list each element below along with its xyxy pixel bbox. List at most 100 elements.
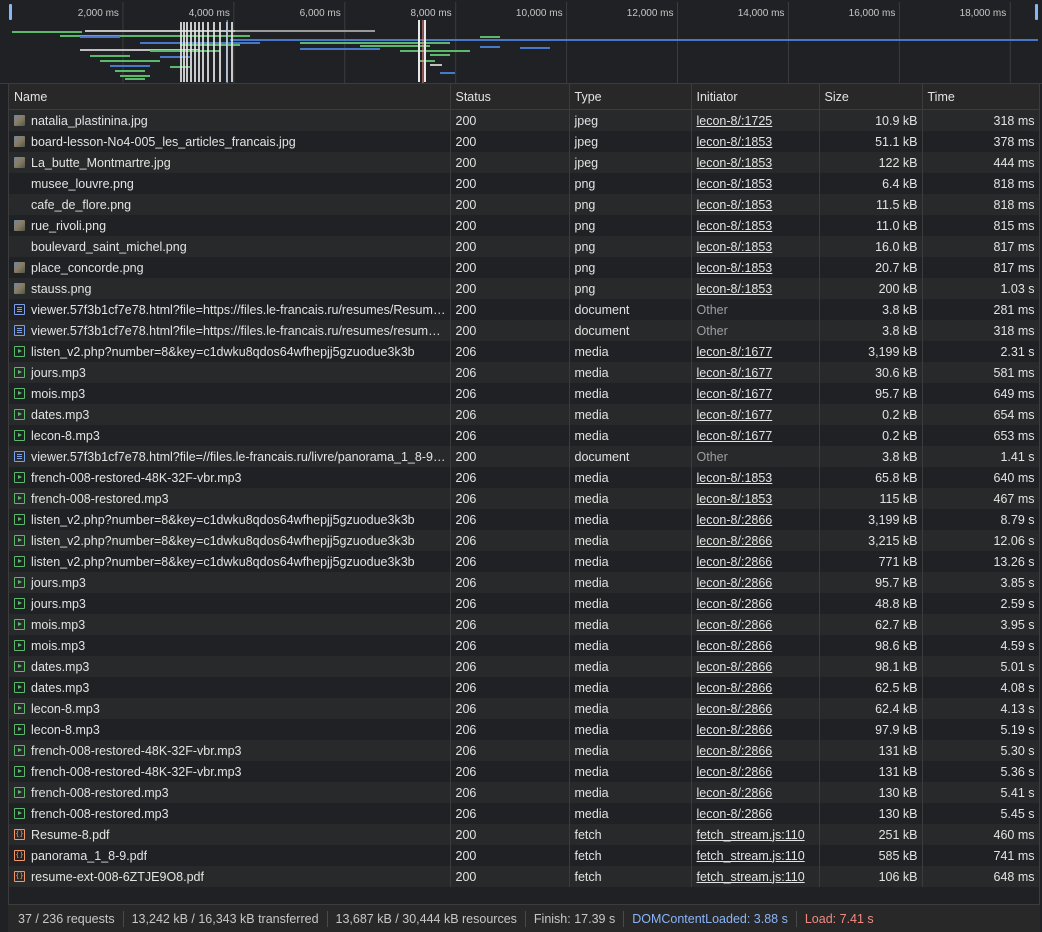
initiator-cell[interactable]: lecon-8/:1853 (691, 152, 820, 173)
initiator-link[interactable]: lecon-8/:2866 (697, 660, 773, 674)
overview-chart[interactable]: 2,000 ms 4,000 ms 6,000 ms 8,000 ms 10,000 m… (0, 0, 1042, 84)
initiator-link[interactable]: lecon-8/:1677 (697, 387, 773, 401)
name-cell[interactable]: {} Resume-8.pdf (9, 824, 451, 845)
initiator-cell[interactable]: lecon-8/:1853 (691, 467, 820, 488)
table-row[interactable]: {} Resume-8.pdf 200 fetch fetch_stream.js:11… (9, 824, 1039, 845)
name-cell[interactable]: dates.mp3 (9, 404, 451, 425)
table-row[interactable]: boulevard_saint_michel.png 200 png lecon-8/… (9, 236, 1039, 257)
column-header-time[interactable]: Time (922, 84, 1039, 110)
table-row[interactable]: La_butte_Montmartre.jpg 200 jpeg lecon-8/:1… (9, 152, 1039, 173)
initiator-cell[interactable]: lecon-8/:1853 (691, 194, 820, 215)
initiator-link[interactable]: lecon-8/:1853 (697, 282, 773, 296)
initiator-link[interactable]: lecon-8/:2866 (697, 723, 773, 737)
name-cell[interactable]: La_butte_Montmartre.jpg (9, 152, 451, 173)
initiator-cell[interactable]: lecon-8/:1677 (691, 341, 820, 362)
table-row[interactable]: french-008-restored.mp3 206 media lecon-8/:… (9, 803, 1039, 824)
initiator-cell[interactable]: lecon-8/:2866 (691, 656, 820, 677)
initiator-cell[interactable]: fetch_stream.js:110 (691, 866, 820, 887)
initiator-cell[interactable]: lecon-8/:2866 (691, 551, 820, 572)
initiator-cell[interactable]: lecon-8/:1677 (691, 404, 820, 425)
initiator-link[interactable]: lecon-8/:1677 (697, 429, 773, 443)
name-cell[interactable]: viewer.57f3b1cf7e78.html?file=https://fi… (9, 320, 451, 341)
initiator-cell[interactable]: lecon-8/:1853 (691, 257, 820, 278)
initiator-cell[interactable]: lecon-8/:1677 (691, 425, 820, 446)
table-row[interactable]: place_concorde.png 200 png lecon-8/:1853 20.… (9, 257, 1039, 278)
name-cell[interactable]: french-008-restored-48K-32F-vbr.mp3 (9, 740, 451, 761)
table-row[interactable]: lecon-8.mp3 206 media lecon-8/:1677 0.2 kB 65… (9, 425, 1039, 446)
initiator-link[interactable]: lecon-8/:1725 (697, 114, 773, 128)
table-row[interactable]: listen_v2.php?number=8&key=c1dwku8qdos64… (9, 530, 1039, 551)
table-row[interactable]: french-008-restored-48K-32F-vbr.mp3 206 me… (9, 740, 1039, 761)
initiator-cell[interactable]: lecon-8/:2866 (691, 719, 820, 740)
initiator-link[interactable]: lecon-8/:2866 (697, 618, 773, 632)
initiator-cell[interactable]: lecon-8/:1677 (691, 383, 820, 404)
name-cell[interactable]: {} resume-ext-008-6ZTJE9O8.pdf (9, 866, 451, 887)
initiator-cell[interactable]: lecon-8/:1853 (691, 236, 820, 257)
initiator-cell[interactable]: lecon-8/:1725 (691, 109, 820, 131)
name-cell[interactable]: french-008-restored-48K-32F-vbr.mp3 (9, 467, 451, 488)
name-cell[interactable]: cafe_de_flore.png (9, 194, 451, 215)
name-cell[interactable]: rue_rivoli.png (9, 215, 451, 236)
initiator-link[interactable]: lecon-8/:2866 (697, 555, 773, 569)
initiator-cell[interactable]: lecon-8/:2866 (691, 698, 820, 719)
table-row[interactable]: listen_v2.php?number=8&key=c1dwku8qdos64… (9, 341, 1039, 362)
name-cell[interactable]: mois.mp3 (9, 614, 451, 635)
initiator-link[interactable]: lecon-8/:2866 (697, 576, 773, 590)
initiator-cell[interactable]: fetch_stream.js:110 (691, 845, 820, 866)
table-row[interactable]: mois.mp3 206 media lecon-8/:1677 95.7 kB 649 … (9, 383, 1039, 404)
initiator-link[interactable]: fetch_stream.js:110 (697, 849, 805, 863)
name-cell[interactable]: jours.mp3 (9, 362, 451, 383)
initiator-cell[interactable]: lecon-8/:1853 (691, 173, 820, 194)
initiator-link[interactable]: lecon-8/:2866 (697, 765, 773, 779)
initiator-link[interactable]: lecon-8/:1853 (697, 240, 773, 254)
initiator-link[interactable]: lecon-8/:2866 (697, 744, 773, 758)
table-row[interactable]: board-lesson-No4-005_les_articles_franca… (9, 131, 1039, 152)
initiator-cell[interactable]: lecon-8/:2866 (691, 572, 820, 593)
initiator-cell[interactable]: lecon-8/:2866 (691, 614, 820, 635)
table-row[interactable]: dates.mp3 206 media lecon-8/:2866 98.1 kB 5.0… (9, 656, 1039, 677)
table-row[interactable]: french-008-restored.mp3 206 media lecon-8/:… (9, 488, 1039, 509)
initiator-cell[interactable]: lecon-8/:2866 (691, 677, 820, 698)
table-row[interactable]: dates.mp3 206 media lecon-8/:1677 0.2 kB 654 … (9, 404, 1039, 425)
initiator-cell[interactable]: lecon-8/:1853 (691, 215, 820, 236)
name-cell[interactable]: listen_v2.php?number=8&key=c1dwku8qdos64… (9, 530, 451, 551)
table-row[interactable]: mois.mp3 206 media lecon-8/:2866 98.6 kB 4.59… (9, 635, 1039, 656)
initiator-link[interactable]: lecon-8/:1677 (697, 366, 773, 380)
name-cell[interactable]: place_concorde.png (9, 257, 451, 278)
table-row[interactable]: listen_v2.php?number=8&key=c1dwku8qdos64… (9, 509, 1039, 530)
name-cell[interactable]: boulevard_saint_michel.png (9, 236, 451, 257)
table-row[interactable]: stauss.png 200 png lecon-8/:1853 200 kB 1.03 … (9, 278, 1039, 299)
initiator-link[interactable]: lecon-8/:2866 (697, 639, 773, 653)
table-row[interactable]: viewer.57f3b1cf7e78.html?file=https://fi… (9, 320, 1039, 341)
name-cell[interactable]: dates.mp3 (9, 656, 451, 677)
name-cell[interactable]: viewer.57f3b1cf7e78.html?file=https://fi… (9, 299, 451, 320)
name-cell[interactable]: mois.mp3 (9, 383, 451, 404)
name-cell[interactable]: french-008-restored.mp3 (9, 803, 451, 824)
initiator-link[interactable]: lecon-8/:1853 (697, 198, 773, 212)
initiator-link[interactable]: lecon-8/:1677 (697, 345, 773, 359)
initiator-cell[interactable]: lecon-8/:2866 (691, 782, 820, 803)
name-cell[interactable]: lecon-8.mp3 (9, 719, 451, 740)
initiator-cell[interactable]: lecon-8/:1853 (691, 278, 820, 299)
name-cell[interactable]: stauss.png (9, 278, 451, 299)
table-row[interactable]: {} panorama_1_8-9.pdf 200 fetch fetch_stream… (9, 845, 1039, 866)
table-row[interactable]: musee_louvre.png 200 png lecon-8/:1853 6.4 k… (9, 173, 1039, 194)
initiator-link[interactable]: lecon-8/:1853 (697, 261, 773, 275)
initiator-link[interactable]: lecon-8/:2866 (697, 681, 773, 695)
table-row[interactable]: french-008-restored.mp3 206 media lecon-8/:… (9, 782, 1039, 803)
name-cell[interactable]: french-008-restored-48K-32F-vbr.mp3 (9, 761, 451, 782)
initiator-link[interactable]: lecon-8/:2866 (697, 597, 773, 611)
name-cell[interactable]: {} panorama_1_8-9.pdf (9, 845, 451, 866)
initiator-link[interactable]: lecon-8/:1853 (697, 156, 773, 170)
name-cell[interactable]: natalia_plastinina.jpg (9, 109, 451, 131)
table-row[interactable]: jours.mp3 206 media lecon-8/:1677 30.6 kB 581… (9, 362, 1039, 383)
initiator-cell[interactable]: lecon-8/:2866 (691, 740, 820, 761)
name-cell[interactable]: french-008-restored.mp3 (9, 782, 451, 803)
initiator-link[interactable]: lecon-8/:2866 (697, 513, 773, 527)
initiator-cell[interactable]: lecon-8/:2866 (691, 803, 820, 824)
name-cell[interactable]: board-lesson-No4-005_les_articles_franca… (9, 131, 451, 152)
initiator-cell[interactable]: lecon-8/:1677 (691, 362, 820, 383)
initiator-link[interactable]: lecon-8/:1853 (697, 219, 773, 233)
table-row[interactable]: viewer.57f3b1cf7e78.html?file=https://fi… (9, 299, 1039, 320)
initiator-cell[interactable]: lecon-8/:1853 (691, 131, 820, 152)
